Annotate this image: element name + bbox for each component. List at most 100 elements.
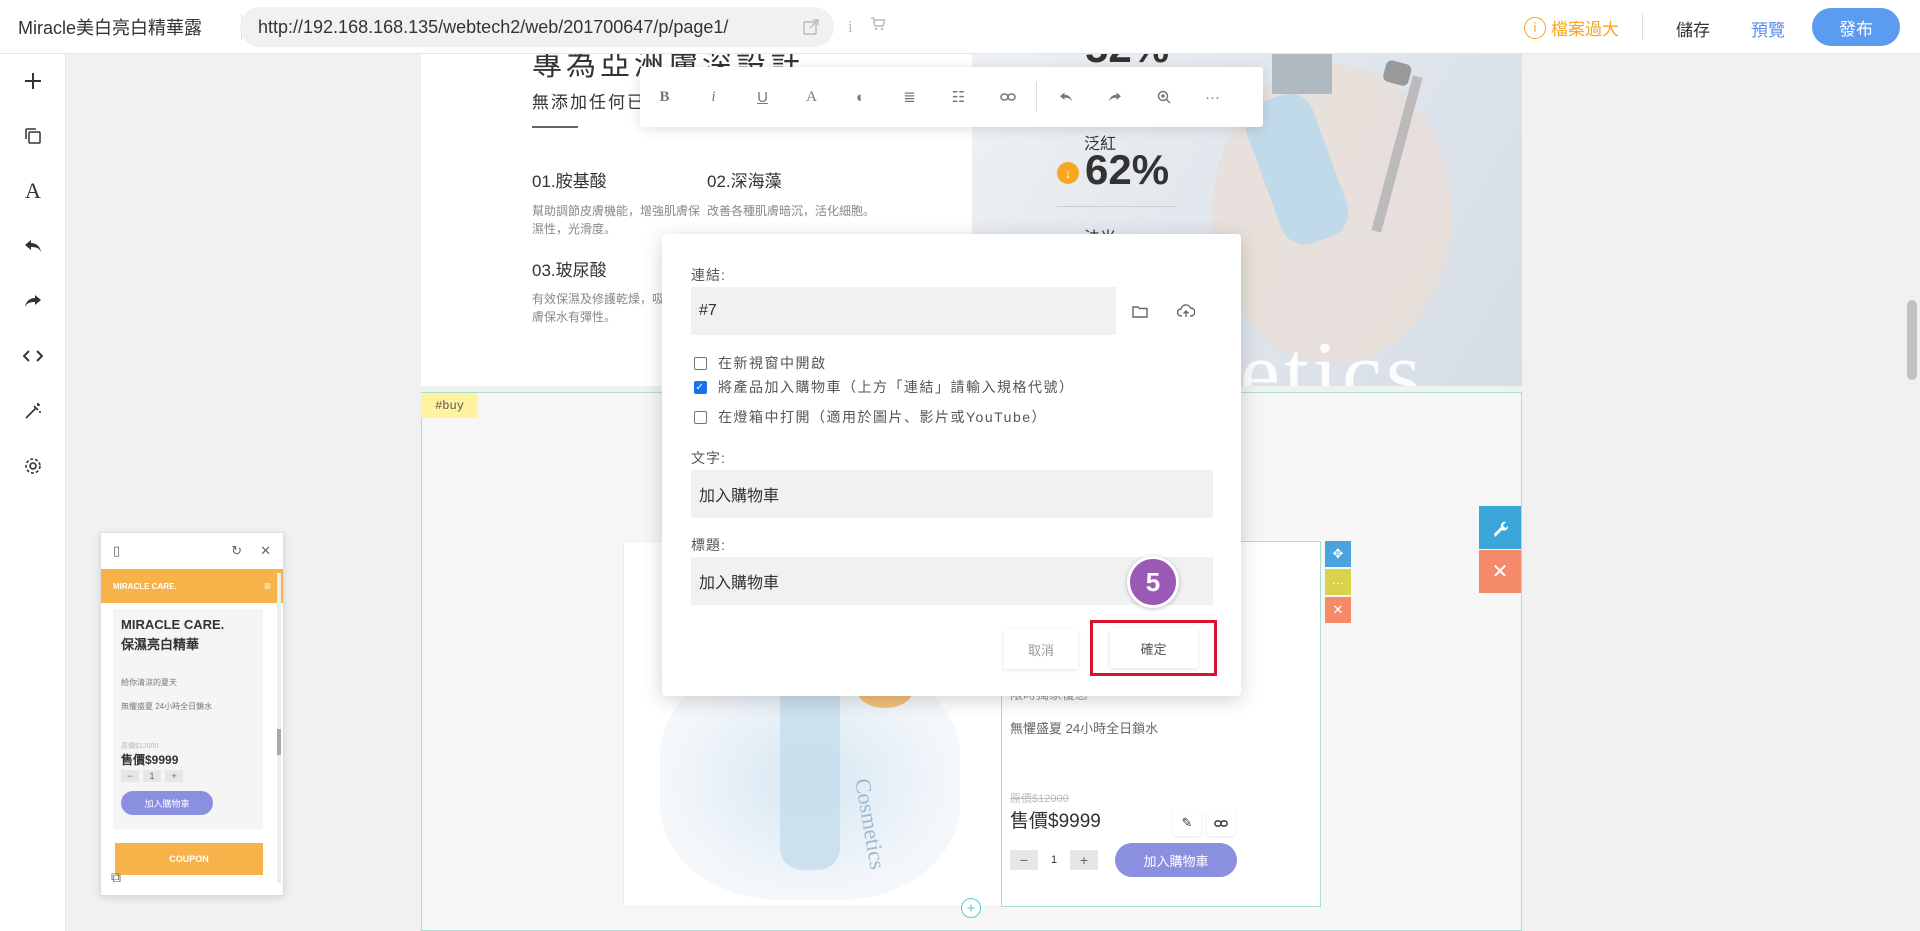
redo-icon[interactable]: [20, 288, 46, 314]
upload-cloud-icon[interactable]: [1163, 288, 1209, 334]
more-icon[interactable]: ···: [1188, 77, 1237, 117]
cart-icon[interactable]: [870, 16, 886, 32]
mobile-old-price: 原價$12000: [121, 743, 159, 750]
add-cart-checkbox[interactable]: ✓: [694, 380, 707, 394]
new-window-checkbox[interactable]: [694, 356, 707, 370]
mobile-quantity-stepper[interactable]: − 1 +: [121, 770, 187, 782]
scroll-thumb[interactable]: [1907, 300, 1917, 380]
mobile-scrollbar[interactable]: [277, 573, 281, 883]
divider: [1642, 14, 1643, 40]
zoom-icon[interactable]: [1139, 77, 1188, 117]
underline-icon[interactable]: U: [738, 77, 787, 117]
italic-icon[interactable]: i: [689, 77, 738, 117]
ingredient-title[interactable]: 02.深海藻: [707, 167, 782, 192]
close-icon[interactable]: ✕: [260, 543, 271, 559]
settings-gear-icon[interactable]: [20, 453, 46, 479]
bottle-label-text: Cosmetics: [850, 777, 891, 872]
folder-icon[interactable]: [1117, 288, 1163, 334]
open-external-icon[interactable]: [802, 18, 820, 36]
file-too-large-warning[interactable]: i 檔案過大: [1524, 15, 1619, 40]
text-format-toolbar: B i U A ◐ ≣ ☷ ···: [640, 67, 1263, 127]
mobile-scroll-thumb[interactable]: [277, 729, 281, 755]
more-icon[interactable]: ···: [1325, 569, 1351, 595]
font-color-icon[interactable]: A: [787, 77, 836, 117]
add-cart-label: 將產品加入購物車（上方「連結」請輸入規格代號）: [718, 379, 1075, 395]
mobile-title-line2: 保濕亮白精華: [121, 637, 200, 652]
url-bar[interactable]: http://192.168.168.135/webtech2/web/2017…: [240, 7, 834, 47]
close-icon[interactable]: ✕: [1325, 597, 1351, 623]
link-settings-dialog: 連結: #7 在新視窗中開啟 ✓ 將產品加入購物車（上方「連結」請輸入規格代號）…: [662, 234, 1241, 696]
pages-icon[interactable]: [20, 123, 46, 149]
qty-value[interactable]: 1: [1038, 850, 1070, 870]
canvas-scrollbar[interactable]: [1904, 54, 1920, 931]
info-icon[interactable]: i: [848, 17, 853, 37]
magic-wand-icon[interactable]: [20, 398, 46, 424]
move-icon[interactable]: ✥: [1325, 541, 1351, 567]
add-icon[interactable]: [20, 68, 46, 94]
lightbox-option[interactable]: 在燈箱中打開（適用於圖片、影片或YouTube）: [694, 407, 1047, 427]
mobile-add-to-cart-button[interactable]: 加入購物車: [121, 791, 213, 815]
new-window-label: 在新視窗中開啟: [718, 355, 827, 371]
link-icon[interactable]: [983, 77, 1032, 117]
text-label: 文字:: [691, 450, 726, 466]
original-price[interactable]: 原價$12000: [1010, 790, 1069, 806]
product-desc[interactable]: 無懼盛夏 24小時全日鎖水: [1010, 718, 1158, 737]
qty-value: 1: [143, 770, 161, 782]
product-bottle-image[interactable]: Cosmetics: [660, 660, 960, 900]
refresh-icon[interactable]: ↻: [231, 543, 242, 559]
code-icon[interactable]: [20, 343, 46, 369]
mobile-brand-bar: MIRACLE CARE. ≡: [101, 569, 283, 603]
add-section-icon[interactable]: +: [961, 898, 981, 918]
open-new-window-option[interactable]: 在新視窗中開啟: [694, 353, 827, 373]
line-spacing-icon[interactable]: ☷: [934, 77, 983, 117]
ingredient-title[interactable]: 03.玻尿酸: [532, 256, 607, 281]
qty-plus-button[interactable]: +: [165, 770, 183, 782]
text-style-icon[interactable]: A: [20, 178, 46, 204]
align-icon[interactable]: ≣: [885, 77, 934, 117]
info-circle-icon: i: [1524, 16, 1546, 39]
text-input[interactable]: 加入購物車: [691, 470, 1213, 518]
stat-value[interactable]: 62%: [1085, 146, 1169, 194]
add-to-cart-button[interactable]: 加入購物車: [1115, 843, 1237, 877]
phone-icon[interactable]: ▯: [113, 543, 120, 559]
delete-section-icon[interactable]: ✕: [1479, 550, 1521, 593]
confirm-button[interactable]: 確定: [1110, 628, 1198, 668]
bold-icon[interactable]: B: [640, 77, 689, 117]
add-to-cart-option[interactable]: ✓ 將產品加入購物車（上方「連結」請輸入規格代號）: [694, 377, 1075, 397]
quantity-stepper[interactable]: − 1 +: [1010, 850, 1098, 870]
mobile-brand: MIRACLE CARE.: [113, 581, 177, 591]
url-text: http://192.168.168.135/webtech2/web/2017…: [258, 16, 729, 37]
save-button[interactable]: 儲存: [1676, 16, 1710, 41]
link-input[interactable]: #7: [691, 287, 1116, 335]
device-switch-icon[interactable]: ⧉: [111, 869, 131, 889]
qty-minus-button[interactable]: −: [121, 770, 139, 782]
mobile-preview-panel[interactable]: ▯ ↻ ✕ MIRACLE CARE. ≡ MIRACLE CARE. 保濕亮白…: [100, 532, 284, 896]
step-number-badge: 5: [1127, 556, 1179, 608]
coupon-banner[interactable]: COUPON: [115, 843, 263, 875]
edit-pencil-icon[interactable]: ✎: [1173, 810, 1201, 836]
ingredient-title[interactable]: 01.胺基酸: [532, 167, 607, 192]
contrast-icon[interactable]: ◐: [836, 77, 885, 117]
hamburger-menu-icon[interactable]: ≡: [264, 579, 271, 593]
cancel-button[interactable]: 取消: [1004, 629, 1078, 669]
publish-button[interactable]: 發布: [1812, 8, 1900, 46]
link-icon[interactable]: [1207, 810, 1235, 836]
lightbox-checkbox[interactable]: [694, 410, 707, 424]
qty-minus-button[interactable]: −: [1010, 850, 1038, 870]
wrench-icon[interactable]: [1479, 506, 1521, 549]
redo-icon[interactable]: [1090, 77, 1139, 117]
confirm-button-highlight[interactable]: 確定: [1090, 620, 1217, 676]
hero-subtitle[interactable]: 無添加任何已: [532, 88, 646, 113]
undo-icon[interactable]: [20, 233, 46, 259]
qty-plus-button[interactable]: +: [1070, 850, 1098, 870]
undo-icon[interactable]: [1041, 77, 1090, 117]
divider: [532, 126, 578, 128]
ingredient-desc[interactable]: 幫助調節皮膚機能，增強肌膚保濕性，光滑度。: [532, 202, 702, 238]
sale-price[interactable]: 售價$9999: [1010, 806, 1101, 833]
preview-button[interactable]: 預覽: [1751, 16, 1785, 41]
lightbox-label: 在燈箱中打開（適用於圖片、影片或YouTube）: [718, 409, 1048, 425]
down-arrow-icon: ↓: [1057, 162, 1079, 184]
site-title: Miracle美白亮白精華露: [18, 17, 203, 38]
ingredient-desc[interactable]: 改善各種肌膚暗沉，活化細胞。: [707, 202, 877, 220]
mobile-title: MIRACLE CARE. 保濕亮白精華: [121, 615, 224, 655]
